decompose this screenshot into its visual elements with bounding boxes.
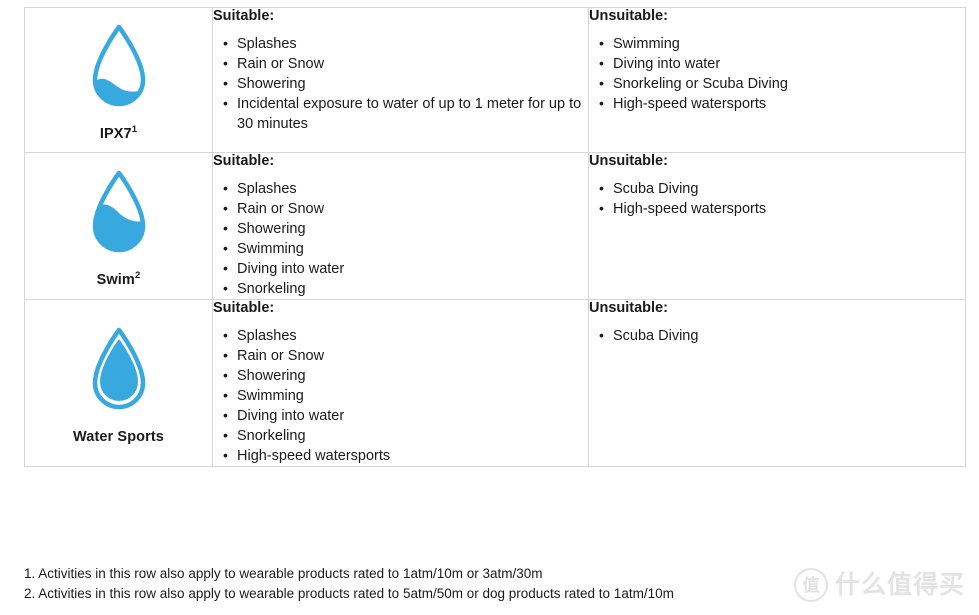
- list-item: Snorkeling or Scuba Diving: [599, 73, 965, 94]
- list-item: Splashes: [223, 325, 588, 346]
- icon-cell-swim: Swim2: [24, 151, 213, 300]
- unsuitable-cell-ipx7: Unsuitable: Swimming Diving into water S…: [588, 7, 966, 153]
- icon-label-text: Swim: [96, 271, 135, 288]
- list-item: Splashes: [223, 33, 588, 54]
- list-item: Showering: [223, 365, 588, 386]
- list-item: Showering: [223, 218, 588, 239]
- list-item: High-speed watersports: [223, 445, 588, 466]
- suitable-cell-ipx7: Suitable: Splashes Rain or Snow Showerin…: [212, 7, 589, 153]
- unsuitable-heading: Unsuitable:: [589, 299, 668, 316]
- footnote-1: 1. Activities in this row also apply to …: [24, 566, 543, 581]
- list-item: Swimming: [599, 33, 965, 54]
- suitable-list: Splashes Rain or Snow Showering Incident…: [213, 33, 588, 134]
- footnotes: 1. Activities in this row also apply to …: [24, 564, 784, 604]
- suitable-heading: Suitable:: [213, 152, 275, 169]
- watermark: 值 什么值得买: [793, 568, 965, 602]
- list-item: Incidental exposure to water of up to 1 …: [223, 93, 588, 134]
- watermark-badge-icon: 值: [793, 568, 828, 602]
- icon-label-text: Water Sports: [73, 429, 164, 446]
- unsuitable-list: Scuba Diving: [589, 325, 965, 346]
- watermark-text: 什么值得买: [834, 570, 965, 599]
- suitable-heading: Suitable:: [213, 299, 275, 316]
- table-row: Water Sports Suitable: Splashes Rain or …: [24, 298, 966, 468]
- list-item: Showering: [223, 73, 588, 94]
- suitable-cell-water-sports: Suitable: Splashes Rain or Snow Showerin…: [212, 298, 589, 468]
- waterproof-rating-page: IPX71 Suitable: Splashes Rain or Snow Sh…: [0, 0, 979, 615]
- unsuitable-list: Swimming Diving into water Snorkeling or…: [589, 33, 965, 114]
- suitable-heading: Suitable:: [213, 8, 275, 24]
- water-droplet-partial-fill-icon: [92, 24, 145, 107]
- suitable-list: Splashes Rain or Snow Showering Swimming…: [213, 325, 588, 466]
- list-item: Rain or Snow: [223, 53, 588, 74]
- unsuitable-heading: Unsuitable:: [589, 152, 668, 169]
- icon-cell-ipx7: IPX71: [24, 7, 213, 153]
- list-item: High-speed watersports: [599, 93, 965, 114]
- icon-cell-water-sports: Water Sports: [24, 298, 213, 468]
- list-item: Diving into water: [223, 405, 588, 426]
- suitable-list: Splashes Rain or Snow Showering Swimming…: [213, 178, 588, 299]
- list-item: Scuba Diving: [599, 178, 965, 199]
- list-item: Swimming: [223, 385, 588, 406]
- list-item: High-speed watersports: [599, 198, 965, 219]
- list-item: Snorkeling: [223, 278, 588, 299]
- unsuitable-cell-water-sports: Unsuitable: Scuba Diving: [588, 298, 966, 468]
- list-item: Swimming: [223, 238, 588, 259]
- list-item: Snorkeling: [223, 425, 588, 446]
- unsuitable-heading: Unsuitable:: [589, 8, 668, 24]
- list-item: Rain or Snow: [223, 198, 588, 219]
- list-item: Scuba Diving: [599, 325, 965, 346]
- unsuitable-cell-swim: Unsuitable: Scuba Diving High-speed wate…: [588, 151, 966, 300]
- water-rating-table: IPX71 Suitable: Splashes Rain or Snow Sh…: [24, 7, 966, 468]
- footnote-2: 2. Activities in this row also apply to …: [24, 586, 674, 601]
- list-item: Rain or Snow: [223, 345, 588, 366]
- icon-label-ipx7: IPX71: [99, 124, 138, 142]
- water-droplet-two-thirds-fill-icon: [92, 170, 145, 253]
- list-item: Splashes: [223, 178, 588, 199]
- table-row: Swim2 Suitable: Splashes Rain or Snow Sh…: [24, 151, 966, 300]
- icon-label-water-sports: Water Sports: [73, 430, 164, 445]
- icon-label-superscript: 1: [131, 124, 138, 136]
- list-item: Diving into water: [599, 53, 965, 74]
- water-droplet-full-fill-icon: [92, 328, 145, 410]
- icon-label-superscript: 2: [134, 270, 141, 282]
- icon-label-swim: Swim2: [96, 270, 141, 288]
- suitable-cell-swim: Suitable: Splashes Rain or Snow Showerin…: [212, 151, 589, 300]
- table-row: IPX71 Suitable: Splashes Rain or Snow Sh…: [24, 7, 966, 153]
- list-item: Diving into water: [223, 258, 588, 279]
- unsuitable-list: Scuba Diving High-speed watersports: [589, 178, 965, 219]
- icon-label-text: IPX7: [99, 126, 132, 142]
